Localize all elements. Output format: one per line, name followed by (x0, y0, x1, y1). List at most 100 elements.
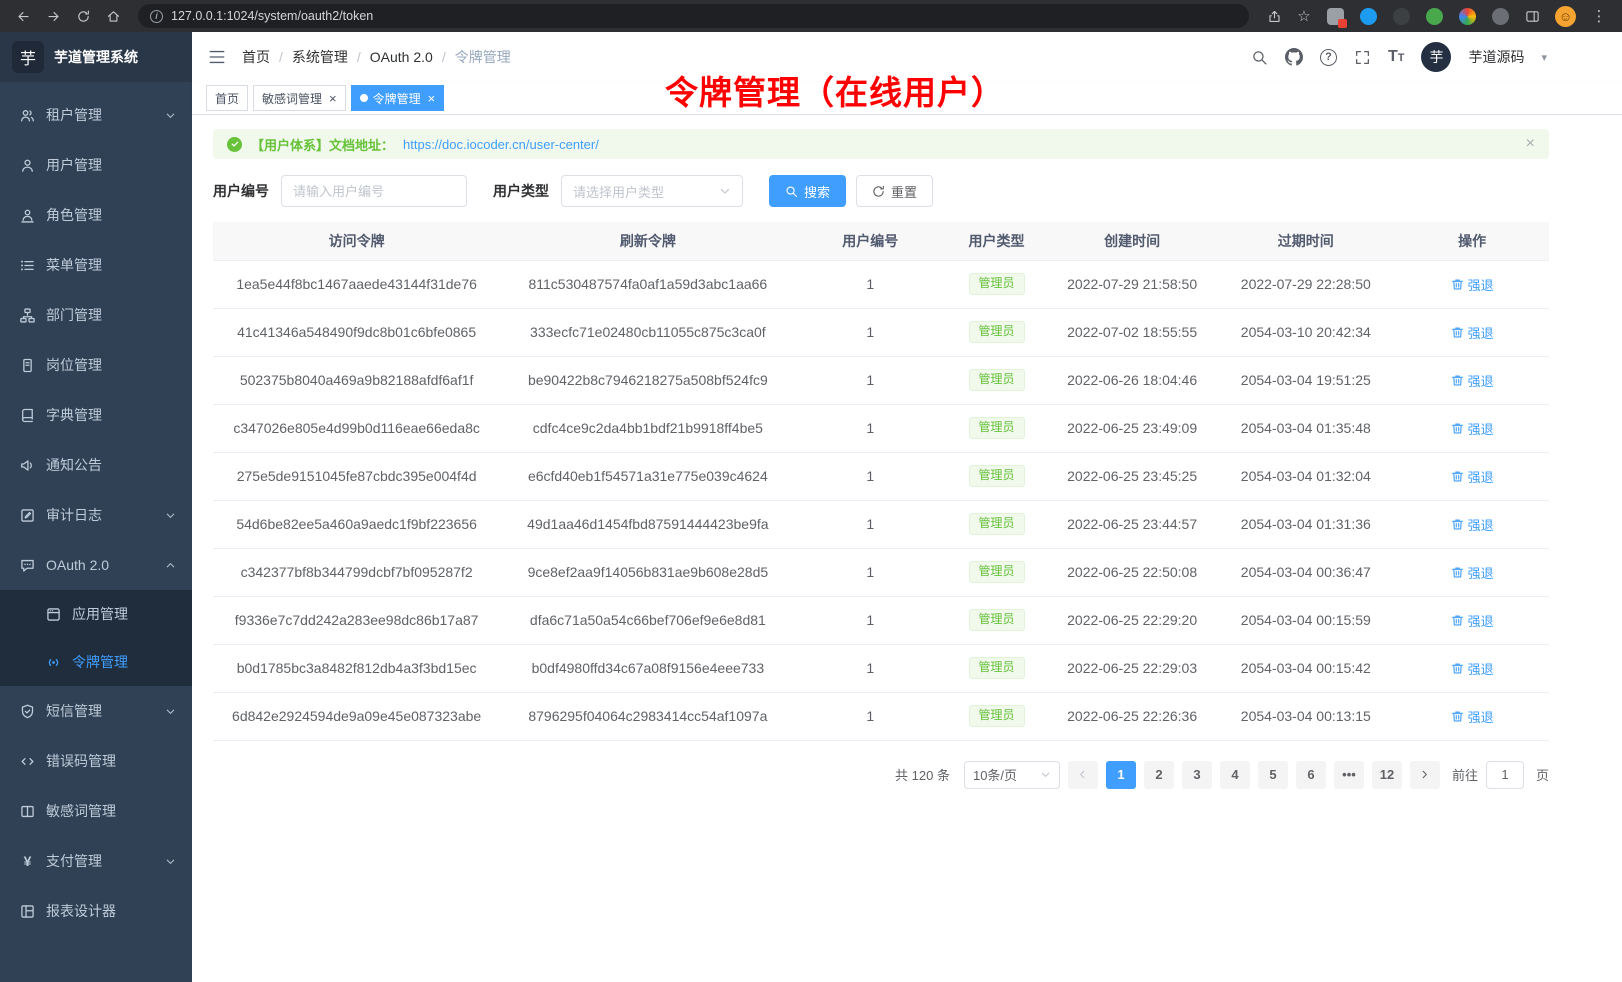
browser-profile-avatar[interactable]: ☺ (1555, 6, 1576, 27)
sidebar-menu: 租户管理 用户管理 角色管理 菜单管理 部门管理 岗位管理 字典管理 (0, 82, 192, 936)
sidebar-item-sensitive-word[interactable]: 敏感词管理 (0, 786, 192, 836)
user-name[interactable]: 芋道源码 (1468, 47, 1524, 67)
extension-icon-1[interactable] (1327, 8, 1344, 25)
col-create-time: 创建时间 (1048, 222, 1216, 260)
page-button-2[interactable]: 2 (1144, 761, 1174, 789)
force-logout-button[interactable]: 强退 (1451, 611, 1494, 630)
address-bar[interactable]: i 127.0.0.1:1024/system/oauth2/token (138, 4, 1249, 28)
sidebar-item-dict[interactable]: 字典管理 (0, 390, 192, 440)
sidebar-item-user[interactable]: 用户管理 (0, 140, 192, 190)
breadcrumb-oauth[interactable]: OAuth 2.0 (370, 49, 433, 65)
menu-list-icon (20, 258, 35, 273)
sidebar-item-post[interactable]: 岗位管理 (0, 340, 192, 390)
reset-button[interactable]: 重置 (856, 175, 933, 207)
expire-time-cell: 2054-03-04 01:31:36 (1216, 500, 1395, 548)
tab-sensitive-word[interactable]: 敏感词管理× (253, 85, 346, 111)
site-info-icon[interactable]: i (150, 10, 163, 23)
user-avatar[interactable]: 芋 (1421, 42, 1451, 72)
sidebar-item-audit-log[interactable]: 审计日志 (0, 490, 192, 540)
force-logout-button[interactable]: 强退 (1451, 707, 1494, 726)
page-button-5[interactable]: 5 (1258, 761, 1288, 789)
help-icon[interactable]: ? (1320, 49, 1337, 66)
user-id-cell: 1 (795, 356, 945, 404)
sidebar-item-token-mgmt[interactable]: 令牌管理 (0, 638, 192, 686)
user-id-cell: 1 (795, 644, 945, 692)
sidebar-item-sms[interactable]: 短信管理 (0, 686, 192, 736)
table-row: b0d1785bc3a8482f812db4a3f3bd15ec b0df498… (213, 644, 1549, 692)
force-logout-label: 强退 (1468, 707, 1494, 726)
sidebar-item-tenant[interactable]: 租户管理 (0, 90, 192, 140)
font-size-icon[interactable]: TT (1388, 49, 1405, 65)
side-panel-icon[interactable] (1519, 4, 1545, 28)
sidebar-item-menu[interactable]: 菜单管理 (0, 240, 192, 290)
forward-icon[interactable] (40, 4, 66, 28)
bookmark-star-icon[interactable]: ☆ (1291, 4, 1317, 28)
delete-icon (1451, 326, 1464, 339)
page-button-6[interactable]: 6 (1296, 761, 1326, 789)
expire-time-cell: 2054-03-04 01:32:04 (1216, 452, 1395, 500)
breadcrumb-home[interactable]: 首页 (242, 47, 270, 67)
force-logout-button[interactable]: 强退 (1451, 323, 1494, 342)
github-icon[interactable] (1285, 48, 1303, 66)
sidebar-item-app-mgmt[interactable]: 应用管理 (0, 590, 192, 638)
reload-icon[interactable] (70, 4, 96, 28)
hamburger-menu-icon[interactable] (208, 48, 226, 66)
sidebar-item-error-code[interactable]: 错误码管理 (0, 736, 192, 786)
user-id-label: 用户编号 (213, 181, 269, 201)
force-logout-button[interactable]: 强退 (1451, 419, 1494, 438)
refresh-token-cell: 9ce8ef2aa9f14056b831ae9b608e28d5 (500, 548, 795, 596)
user-menu-caret-icon[interactable]: ▾ (1541, 51, 1547, 64)
browser-menu-icon[interactable]: ⋮ (1586, 4, 1612, 28)
user-type-label: 用户类型 (493, 181, 549, 201)
sidebar-item-payment[interactable]: ¥ 支付管理 (0, 836, 192, 886)
force-logout-button[interactable]: 强退 (1451, 563, 1494, 582)
page-button-12[interactable]: 12 (1372, 761, 1402, 789)
delete-icon (1451, 470, 1464, 483)
sidebar-item-report-designer[interactable]: 报表设计器 (0, 886, 192, 936)
home-icon[interactable] (100, 4, 126, 28)
next-page-button[interactable] (1410, 761, 1440, 789)
alert-close-icon[interactable]: × (1526, 135, 1535, 153)
role-icon (20, 208, 35, 223)
breadcrumb-system[interactable]: 系统管理 (292, 47, 348, 67)
tab-token[interactable]: 令牌管理× (351, 85, 445, 111)
page-button-4[interactable]: 4 (1220, 761, 1250, 789)
sidebar-item-notice[interactable]: 通知公告 (0, 440, 192, 490)
extension-icon-6[interactable] (1492, 8, 1509, 25)
extension-icon-3[interactable] (1393, 8, 1410, 25)
page-button-1[interactable]: 1 (1106, 761, 1136, 789)
user-type-badge: 管理员 (969, 465, 1025, 487)
force-logout-button[interactable]: 强退 (1451, 371, 1494, 390)
chevron-down-icon (165, 706, 176, 717)
refresh-icon (872, 185, 885, 198)
sidebar-item-role[interactable]: 角色管理 (0, 190, 192, 240)
share-icon[interactable] (1261, 4, 1287, 28)
sidebar-item-dept[interactable]: 部门管理 (0, 290, 192, 340)
sidebar-item-oauth[interactable]: OAuth 2.0 (0, 540, 192, 590)
tab-home[interactable]: 首页 (206, 85, 248, 111)
close-tab-icon[interactable]: × (428, 92, 436, 105)
extension-icon-4[interactable] (1426, 8, 1443, 25)
user-type-select[interactable]: 请选择用户类型 (561, 175, 743, 207)
force-logout-button[interactable]: 强退 (1451, 659, 1494, 678)
goto-page-input[interactable] (1486, 761, 1524, 789)
user-id-input[interactable] (281, 175, 467, 207)
doc-link[interactable]: https://doc.iocoder.cn/user-center/ (403, 137, 599, 152)
fullscreen-icon[interactable] (1354, 49, 1371, 66)
search-button[interactable]: 搜索 (769, 175, 846, 207)
force-logout-button[interactable]: 强退 (1451, 275, 1494, 294)
page-button-3[interactable]: 3 (1182, 761, 1212, 789)
tenant-icon (20, 108, 35, 123)
force-logout-button[interactable]: 强退 (1451, 515, 1494, 534)
extension-icon-2[interactable] (1360, 8, 1377, 25)
page-size-select[interactable]: 10条/页 (964, 761, 1060, 789)
extension-icon-5[interactable] (1459, 8, 1476, 25)
search-icon[interactable] (1251, 49, 1268, 66)
more-pages-button[interactable]: ••• (1334, 761, 1364, 789)
force-logout-button[interactable]: 强退 (1451, 467, 1494, 486)
prev-page-button[interactable] (1068, 761, 1098, 789)
app-logo[interactable]: 芋 芋道管理系统 (0, 32, 192, 82)
url-text[interactable]: 127.0.0.1:1024/system/oauth2/token (171, 9, 1237, 23)
back-icon[interactable] (10, 4, 36, 28)
close-tab-icon[interactable]: × (329, 92, 337, 105)
